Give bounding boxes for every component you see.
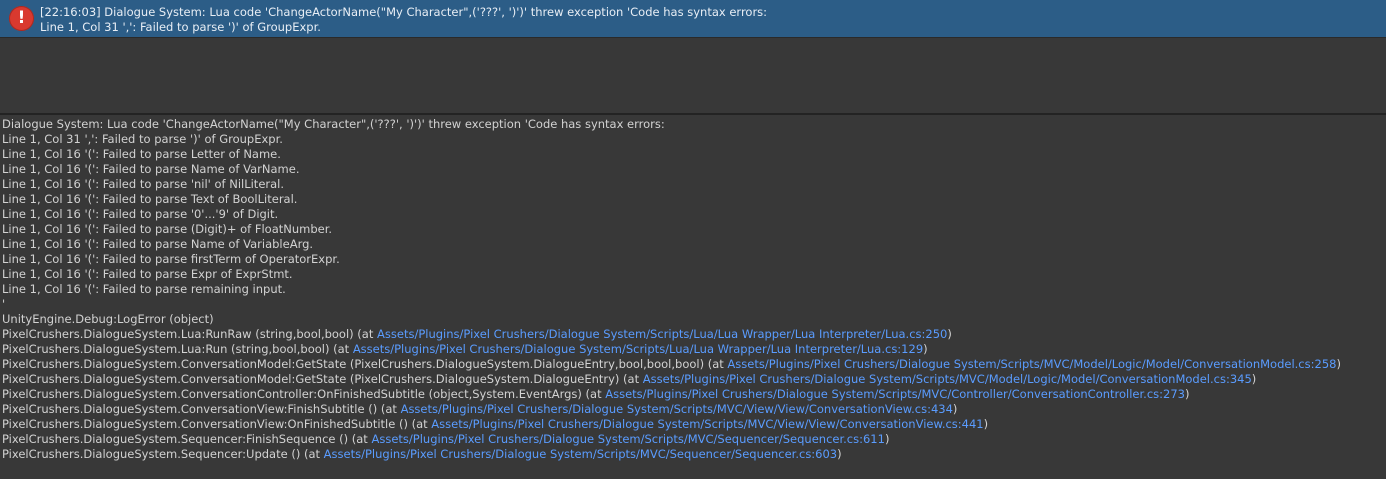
detail-line: Line 1, Col 16 '(': Failed to parse Text… xyxy=(2,192,298,206)
log-entry-selected[interactable]: ! [22:16:03] Dialogue System: Lua code '… xyxy=(0,0,1386,38)
stack-frame-link[interactable]: Assets/Plugins/Pixel Crushers/Dialogue S… xyxy=(377,327,947,341)
detail-line: Line 1, Col 16 '(': Failed to parse Name… xyxy=(2,162,300,176)
stack-frame-close: ) xyxy=(884,432,890,446)
detail-line: Line 1, Col 16 '(': Failed to parse (Dig… xyxy=(2,222,333,236)
stack-frame: PixelCrushers.DialogueSystem.Lua:RunRaw … xyxy=(2,327,1382,342)
stack-frame-close: ) xyxy=(947,327,952,341)
stack-frame-method: PixelCrushers.DialogueSystem.Conversatio… xyxy=(2,372,643,386)
stack-frame-method: PixelCrushers.DialogueSystem.Conversatio… xyxy=(2,402,401,416)
stack-frame-method: PixelCrushers.DialogueSystem.Conversatio… xyxy=(2,417,432,431)
detail-line: Line 1, Col 31 ',': Failed to parse ')' … xyxy=(2,132,283,146)
stack-frame-link[interactable]: Assets/Plugins/Pixel Crushers/Dialogue S… xyxy=(431,417,983,431)
stack-frame: PixelCrushers.DialogueSystem.Conversatio… xyxy=(2,387,1382,402)
detail-line: Line 1, Col 16 '(': Failed to parse 'nil… xyxy=(2,177,285,191)
stack-frame-method: PixelCrushers.DialogueSystem.Conversatio… xyxy=(2,387,606,401)
stack-frame-close: ) xyxy=(1184,387,1190,401)
stack-frame-link[interactable]: Assets/Plugins/Pixel Crushers/Dialogue S… xyxy=(605,387,1185,401)
stack-frame-method: PixelCrushers.DialogueSystem.Sequencer:F… xyxy=(2,432,372,446)
detail-line: Line 1, Col 16 '(': Failed to parse Name… xyxy=(2,237,314,251)
detail-line: Dialogue System: Lua code 'ChangeActorNa… xyxy=(2,117,665,131)
stack-frame-link[interactable]: Assets/Plugins/Pixel Crushers/Dialogue S… xyxy=(401,402,953,416)
detail-line: Line 1, Col 16 '(': Failed to parse rema… xyxy=(2,282,286,296)
stack-frame: PixelCrushers.DialogueSystem.Conversatio… xyxy=(2,417,1382,432)
stack-frame: PixelCrushers.DialogueSystem.Conversatio… xyxy=(2,372,1382,387)
error-icon: ! xyxy=(9,6,34,31)
stack-frame-link[interactable]: Assets/Plugins/Pixel Crushers/Dialogue S… xyxy=(643,372,1252,386)
stack-frame: PixelCrushers.DialogueSystem.Lua:Run (st… xyxy=(2,342,1382,357)
split-divider[interactable] xyxy=(0,113,1386,115)
stack-frame-link[interactable]: Assets/Plugins/Pixel Crushers/Dialogue S… xyxy=(371,432,884,446)
stack-frame-link[interactable]: Assets/Plugins/Pixel Crushers/Dialogue S… xyxy=(727,357,1336,371)
log-entry-line-1: [22:16:03] Dialogue System: Lua code 'Ch… xyxy=(40,5,768,19)
detail-line: Line 1, Col 16 '(': Failed to parse firs… xyxy=(2,252,340,266)
stack-frame-method: PixelCrushers.DialogueSystem.Lua:Run (st… xyxy=(2,342,353,356)
stack-trace-header: UnityEngine.Debug:LogError (object) xyxy=(2,312,214,326)
detail-line: Line 1, Col 16 '(': Failed to parse Lett… xyxy=(2,147,281,161)
stack-frame: PixelCrushers.DialogueSystem.Conversatio… xyxy=(2,402,1382,417)
stack-frame-close: ) xyxy=(983,417,989,431)
stack-frame-link[interactable]: Assets/Plugins/Pixel Crushers/Dialogue S… xyxy=(353,342,923,356)
log-entry-line-2: Line 1, Col 31 ',': Failed to parse ')' … xyxy=(40,20,321,34)
stack-frame: PixelCrushers.DialogueSystem.Sequencer:U… xyxy=(2,447,1382,462)
log-detail-pane: Dialogue System: Lua code 'ChangeActorNa… xyxy=(2,117,1382,473)
stack-frame-close: ) xyxy=(1336,357,1341,371)
stack-frame-close: ) xyxy=(923,342,928,356)
stack-frame: PixelCrushers.DialogueSystem.Sequencer:F… xyxy=(2,432,1382,447)
stack-frame-close: ) xyxy=(837,447,842,461)
stack-frame-method: PixelCrushers.DialogueSystem.Lua:RunRaw … xyxy=(2,327,378,341)
stack-frame-close: ) xyxy=(1251,372,1257,386)
stack-frame-method: PixelCrushers.DialogueSystem.Sequencer:U… xyxy=(2,447,324,461)
stack-frame: PixelCrushers.DialogueSystem.Conversatio… xyxy=(2,357,1382,372)
stack-frame-link[interactable]: Assets/Plugins/Pixel Crushers/Dialogue S… xyxy=(324,447,837,461)
detail-line: Line 1, Col 16 '(': Failed to parse Expr… xyxy=(2,267,293,281)
log-entry-text: [22:16:03] Dialogue System: Lua code 'Ch… xyxy=(40,5,1360,35)
detail-line: ' xyxy=(2,297,6,311)
stack-frame-close: ) xyxy=(952,402,958,416)
stack-frame-method: PixelCrushers.DialogueSystem.Conversatio… xyxy=(2,357,728,371)
detail-line: Line 1, Col 16 '(': Failed to parse '0'.… xyxy=(2,207,279,221)
